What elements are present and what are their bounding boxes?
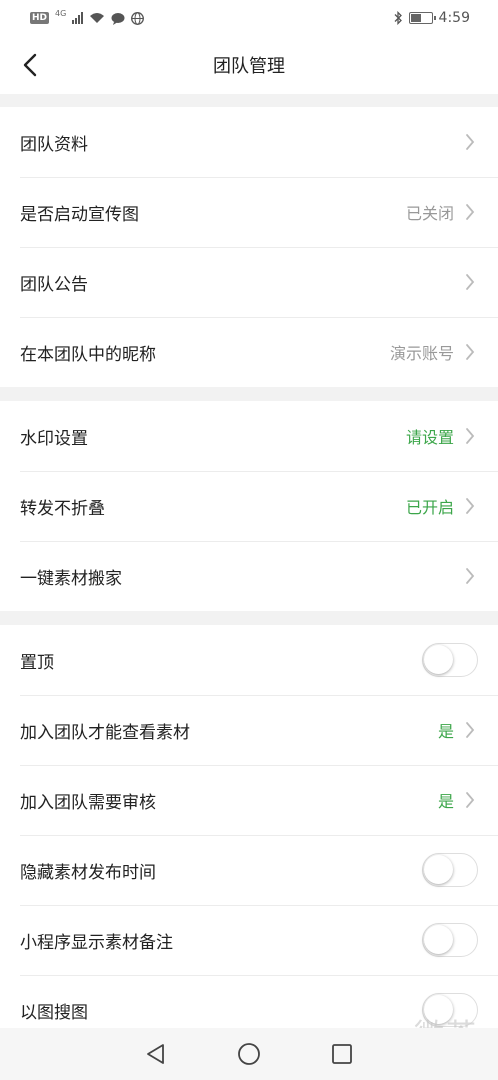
network-type: 4G bbox=[55, 8, 67, 18]
bluetooth-icon bbox=[394, 11, 402, 25]
row-value: 请设置 bbox=[405, 428, 454, 447]
settings-row-show-remarks: 小程序显示素材备注 bbox=[0, 905, 498, 975]
page-title: 团队管理 bbox=[213, 56, 285, 77]
nav-recents-button[interactable] bbox=[327, 1039, 357, 1069]
nav-home-button[interactable] bbox=[234, 1039, 264, 1069]
battery-icon bbox=[408, 12, 436, 24]
toggle-knob bbox=[424, 855, 453, 884]
clock: 4:59 bbox=[438, 10, 470, 26]
row-label: 加入团队才能查看素材 bbox=[20, 722, 190, 743]
chevron-right-icon bbox=[464, 272, 476, 292]
message-icon bbox=[111, 12, 125, 25]
settings-row-nickname[interactable]: 在本团队中的昵称 演示账号 bbox=[0, 317, 498, 387]
square-recents-icon bbox=[331, 1044, 352, 1064]
chevron-right-icon bbox=[464, 132, 476, 152]
settings-row-no-fold[interactable]: 转发不折叠 已开启 bbox=[0, 471, 498, 541]
globe-icon bbox=[131, 11, 145, 25]
chevron-right-icon bbox=[464, 342, 476, 362]
row-label: 以图搜图 bbox=[20, 1002, 88, 1023]
row-label: 小程序显示素材备注 bbox=[20, 932, 173, 953]
nav-back-button[interactable] bbox=[141, 1039, 171, 1069]
chevron-right-icon bbox=[464, 426, 476, 446]
row-value: 已开启 bbox=[405, 498, 454, 517]
settings-row-team-profile[interactable]: 团队资料 bbox=[0, 107, 498, 177]
team-info-section: 团队资料 是否启动宣传图 已关闭 团队公告 在本团队中的昵称 演示账号 bbox=[0, 107, 498, 387]
settings-row-join-to-view[interactable]: 加入团队才能查看素材 是 bbox=[0, 695, 498, 765]
row-label: 水印设置 bbox=[20, 428, 88, 449]
wifi-icon bbox=[90, 13, 105, 23]
chevron-right-icon bbox=[464, 496, 476, 516]
chevron-right-icon bbox=[464, 566, 476, 586]
status-left: HD 4G bbox=[30, 8, 145, 25]
pin-top-toggle[interactable] bbox=[422, 643, 478, 677]
signal-icon bbox=[72, 12, 84, 24]
row-label: 在本团队中的昵称 bbox=[20, 344, 156, 365]
chevron-right-icon bbox=[464, 790, 476, 810]
row-label: 是否启动宣传图 bbox=[20, 204, 139, 225]
settings-row-move-materials[interactable]: 一键素材搬家 bbox=[0, 541, 498, 611]
toggle-knob bbox=[424, 645, 453, 674]
hide-publish-time-toggle[interactable] bbox=[422, 853, 478, 887]
system-nav-bar bbox=[0, 1028, 498, 1080]
settings-row-hide-publish-time: 隐藏素材发布时间 bbox=[0, 835, 498, 905]
triangle-back-icon bbox=[147, 1044, 165, 1064]
back-button[interactable] bbox=[18, 52, 42, 78]
row-label: 置顶 bbox=[20, 652, 54, 673]
material-settings-section: 水印设置 请设置 转发不折叠 已开启 一键素材搬家 bbox=[0, 401, 498, 611]
show-remarks-toggle[interactable] bbox=[422, 923, 478, 957]
status-right: 4:59 bbox=[393, 10, 470, 26]
row-label: 转发不折叠 bbox=[20, 498, 105, 519]
settings-row-watermark[interactable]: 水印设置 请设置 bbox=[0, 401, 498, 471]
app-header: 团队管理 bbox=[0, 36, 498, 94]
row-value: 演示账号 bbox=[389, 344, 454, 363]
settings-row-announcement[interactable]: 团队公告 bbox=[0, 247, 498, 317]
row-label: 团队资料 bbox=[20, 134, 88, 155]
privacy-settings-section: 置顶 加入团队才能查看素材 是 加入团队需要审核 是 隐藏素材发布时间 小程序显… bbox=[0, 625, 498, 1028]
chevron-right-icon bbox=[464, 202, 476, 222]
hd-badge: HD bbox=[30, 12, 50, 24]
battery-level bbox=[410, 14, 421, 22]
row-label: 隐藏素材发布时间 bbox=[20, 862, 156, 883]
row-label: 加入团队需要审核 bbox=[20, 792, 156, 813]
chevron-left-icon bbox=[23, 53, 37, 77]
row-value: 是 bbox=[437, 722, 454, 741]
status-bar: HD 4G 4:59 bbox=[0, 0, 498, 36]
row-value: 已关闭 bbox=[405, 204, 454, 223]
settings-row-join-review[interactable]: 加入团队需要审核 是 bbox=[0, 765, 498, 835]
chevron-right-icon bbox=[464, 720, 476, 740]
row-value: 是 bbox=[437, 792, 454, 811]
row-label: 一键素材搬家 bbox=[20, 568, 122, 589]
circle-home-icon bbox=[238, 1043, 260, 1065]
settings-row-promo-image[interactable]: 是否启动宣传图 已关闭 bbox=[0, 177, 498, 247]
row-label: 团队公告 bbox=[20, 274, 88, 295]
toggle-knob bbox=[424, 925, 453, 954]
settings-row-pin-top: 置顶 bbox=[0, 625, 498, 695]
